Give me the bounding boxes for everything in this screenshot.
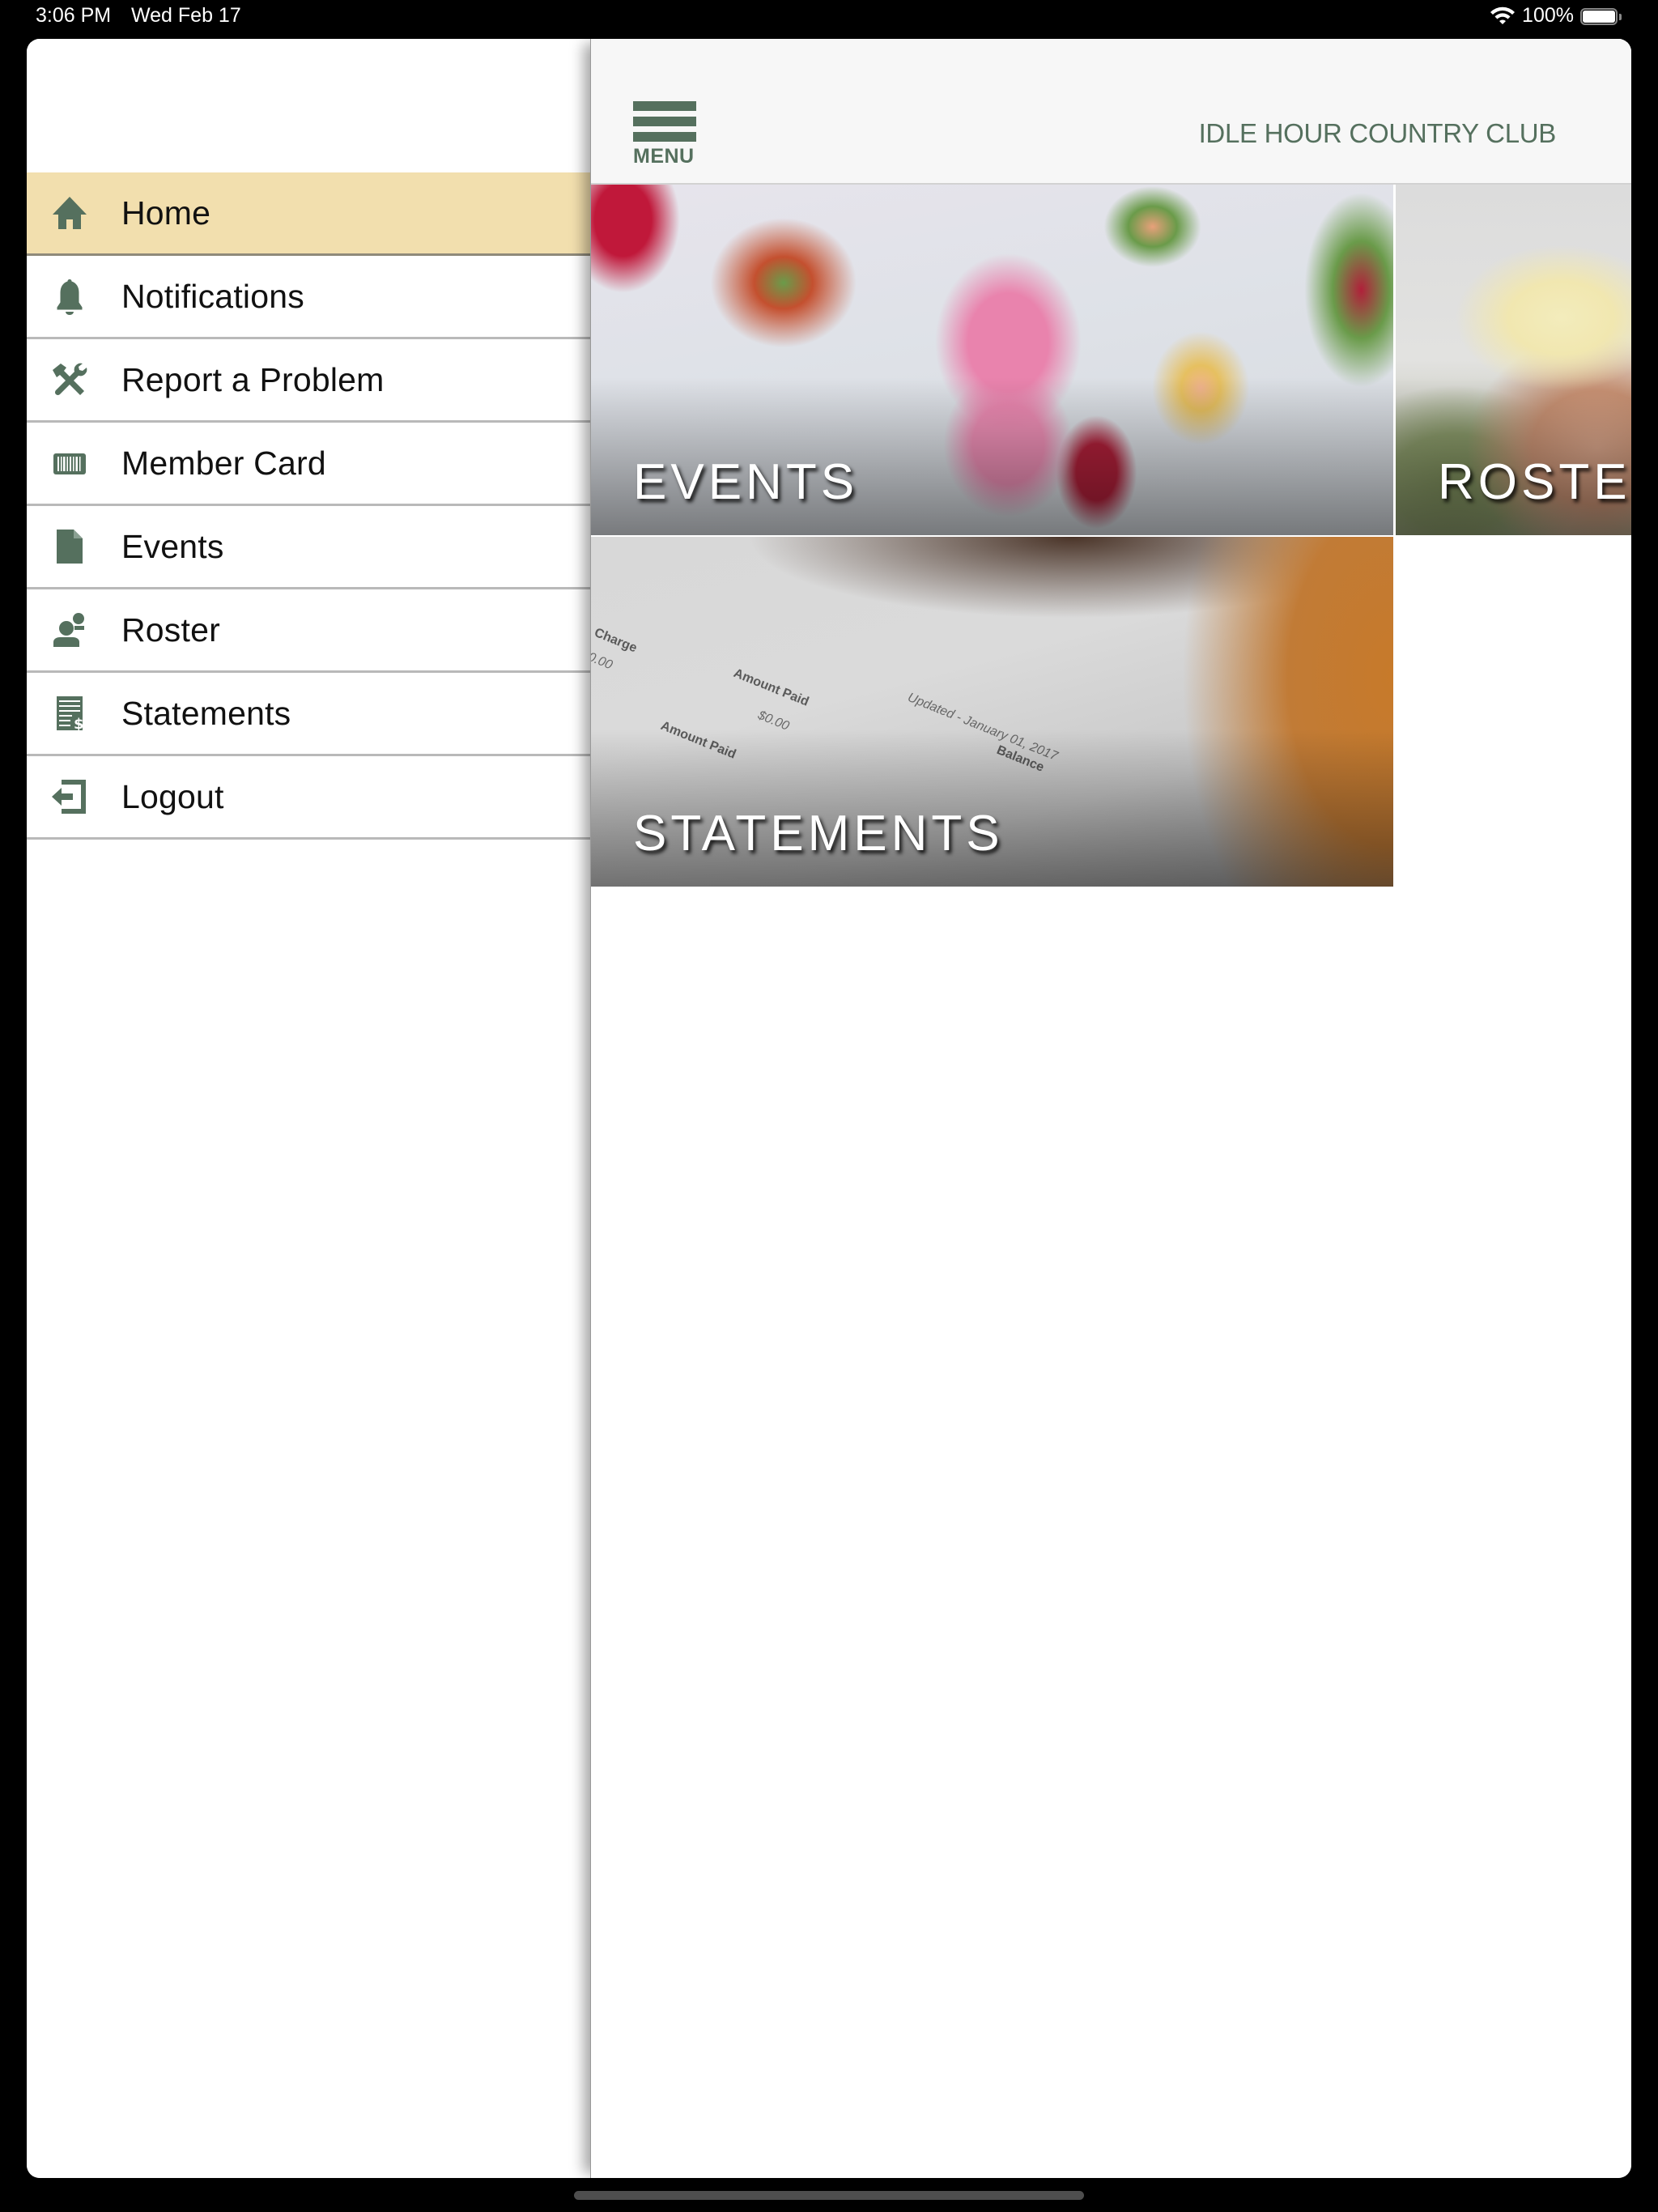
club-title: IDLE HOUR COUNTRY CLUB [1198, 118, 1557, 148]
statement-image-text: Charge [592, 626, 640, 656]
statement-image-text: Amount Paid [731, 666, 811, 709]
tile-label: EVENTS [633, 454, 859, 510]
drawer-item-label: Member Card [121, 444, 326, 482]
drawer-item-statements[interactable]: $ Statements [27, 673, 590, 756]
drawer-item-label: Notifications [121, 277, 304, 315]
hamburger-icon-bar [633, 132, 696, 142]
tile-label: STATEMENTS [633, 806, 1004, 861]
status-date: Wed Feb 17 [131, 4, 241, 27]
statement-image-text: 0.00 [591, 650, 614, 673]
drawer-item-roster[interactable]: Roster [27, 589, 590, 673]
drawer-menu-list: Home Notifications Report a Problem Memb… [27, 172, 590, 840]
drawer-item-logout[interactable]: Logout [27, 756, 590, 840]
status-bar: 3:06 PM Wed Feb 17 100% [0, 0, 1658, 32]
status-time: 3:06 PM [36, 4, 112, 27]
statement-icon: $ [49, 692, 91, 734]
battery-percent: 100% [1522, 4, 1574, 27]
main-panel: MENU IDLE HOUR COUNTRY CLUB EVENTS ROSTE… [590, 39, 1631, 2178]
drawer-item-label: Statements [121, 694, 291, 732]
drawer-item-home[interactable]: Home [27, 172, 590, 256]
logout-icon [49, 776, 91, 818]
drawer-item-label: Events [121, 527, 224, 565]
drawer-item-notifications[interactable]: Notifications [27, 256, 590, 339]
tile-statements[interactable]: Charge 0.00 Amount Paid $0.00 Updated - … [591, 537, 1393, 887]
hamburger-icon [633, 101, 696, 111]
document-icon [49, 525, 91, 568]
tools-icon [49, 359, 91, 401]
drawer-item-label: Roster [121, 610, 220, 649]
tile-events[interactable]: EVENTS [591, 185, 1393, 535]
home-indicator[interactable] [574, 2191, 1084, 2200]
bell-icon [49, 275, 91, 317]
svg-text:$: $ [74, 716, 84, 733]
barcode-icon [49, 442, 91, 484]
hamburger-icon-bar [633, 117, 696, 126]
menu-button[interactable]: MENU [633, 99, 698, 168]
side-drawer: Home Notifications Report a Problem Memb… [27, 39, 590, 2178]
app-window: Home Notifications Report a Problem Memb… [27, 39, 1631, 2178]
drawer-item-label: Home [121, 194, 211, 232]
status-indicators: 100% [1490, 4, 1622, 28]
wifi-icon [1490, 6, 1516, 24]
app-header: MENU IDLE HOUR COUNTRY CLUB [591, 39, 1631, 185]
drawer-item-events[interactable]: Events [27, 506, 590, 589]
home-icon [49, 192, 91, 234]
drawer-item-label: Logout [121, 777, 224, 815]
drawer-item-label: Report a Problem [121, 360, 385, 398]
drawer-item-report-a-problem[interactable]: Report a Problem [27, 339, 590, 423]
people-icon [49, 609, 91, 651]
menu-label: MENU [633, 145, 695, 168]
tile-roster[interactable]: ROSTER [1396, 185, 1631, 535]
tile-label: ROSTER [1438, 454, 1631, 510]
drawer-item-member-card[interactable]: Member Card [27, 423, 590, 506]
battery-icon [1580, 6, 1622, 26]
